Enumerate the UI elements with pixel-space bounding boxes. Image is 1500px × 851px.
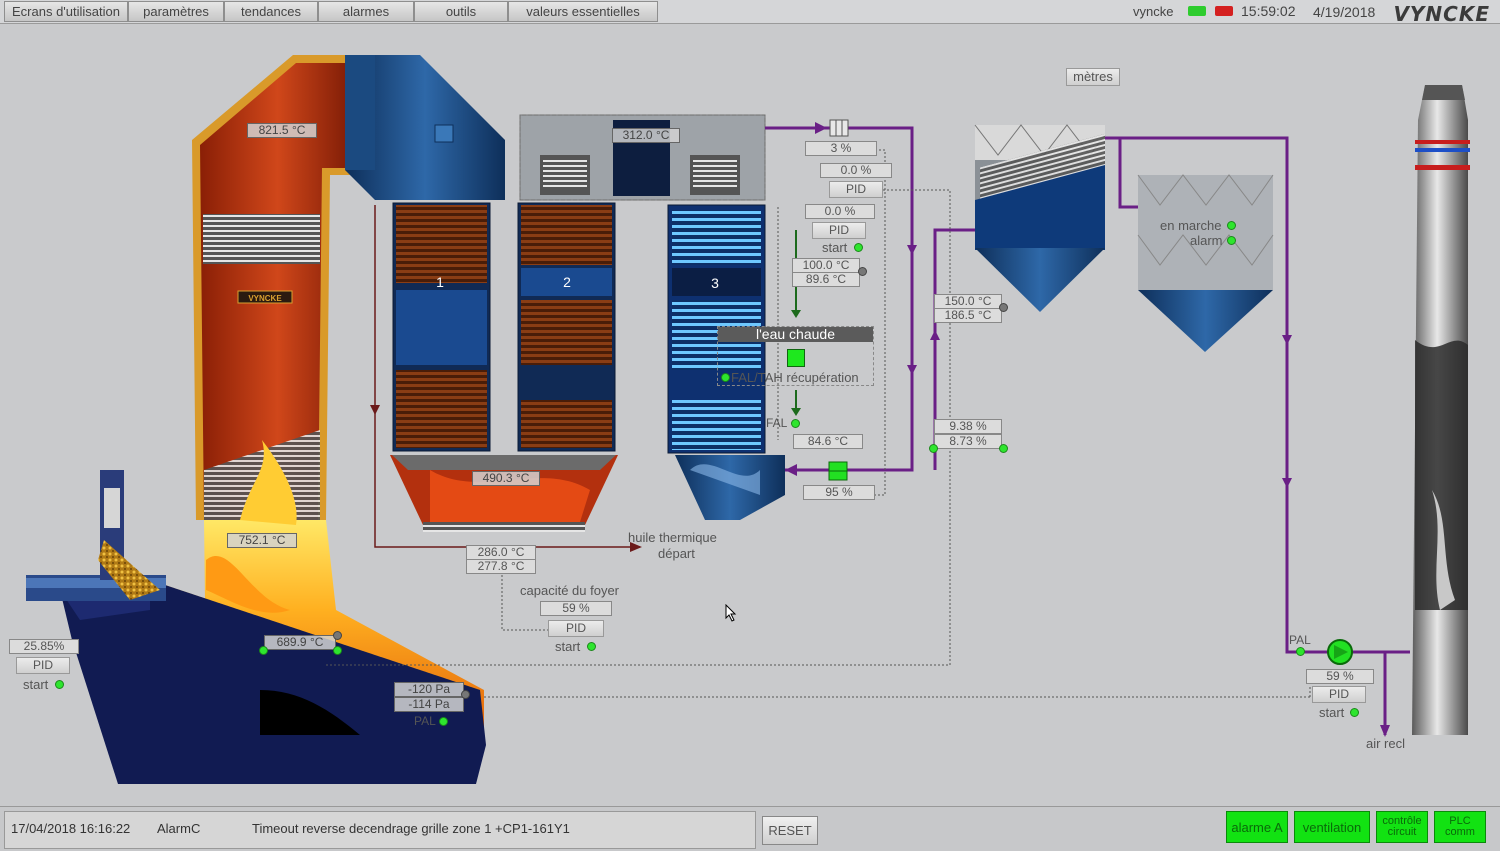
hot-water-recuperation-label: FAL/TAH récupération: [731, 370, 859, 385]
feeder-value: 25.85%: [9, 639, 79, 654]
oil-label-line1: huile thermique: [628, 530, 717, 545]
feeder-pid-button[interactable]: PID: [16, 657, 70, 674]
hot-water-temp-sensor: [858, 267, 867, 276]
tab-tendances[interactable]: tendances: [224, 1, 318, 22]
capacity-start-label: start: [555, 639, 581, 654]
oil-label-line2: départ: [658, 546, 695, 561]
furnace-top-temp: 821.5 °C: [247, 123, 317, 138]
furnace-pressure-2: -114 Pa: [394, 697, 464, 712]
tab-valeurs-essentielles[interactable]: valeurs essentielles: [508, 1, 658, 22]
fan-start-indicator: [1350, 708, 1359, 717]
capacity-pid-button[interactable]: PID: [548, 620, 604, 637]
top-valve-icon[interactable]: [829, 119, 849, 137]
top-valve-value: 3 %: [805, 141, 877, 156]
tab-ecrans[interactable]: Ecrans d'utilisation: [4, 1, 128, 22]
top-valve-setpoint: 0.0 %: [820, 163, 892, 178]
hot-water-title: l'eau chaude: [718, 327, 873, 342]
furnace-pal-label: PAL: [414, 714, 436, 728]
furnace-pressure-1: -120 Pa: [394, 682, 464, 697]
furnace-pal-indicator: [439, 717, 448, 726]
exchanger-top-temp: 312.0 °C: [612, 128, 680, 143]
hot-water-fal-label: FAL: [766, 416, 788, 430]
capacity-value: 59 %: [540, 601, 612, 616]
circuit-control-button[interactable]: contrôle circuit: [1376, 811, 1428, 843]
oil-temp-2: 277.8 °C: [466, 559, 536, 574]
flue-temp-1: 150.0 °C: [934, 294, 1002, 309]
fan-pal-label: PAL: [1289, 633, 1311, 647]
hot-water-fal-indicator: [791, 419, 800, 428]
fan-pid-button[interactable]: PID: [1312, 686, 1366, 703]
hot-water-pid-button[interactable]: PID: [812, 222, 866, 239]
flue-pct-2: 8.73 %: [934, 434, 1002, 449]
hot-water-temp-2: 89.6 °C: [792, 272, 860, 287]
flue-duct: [345, 55, 505, 200]
filter-running-label: en marche: [1160, 218, 1222, 233]
air-label: air recl: [1366, 736, 1406, 751]
oil-temp-1: 286.0 °C: [466, 545, 536, 560]
hot-water-status-square: [787, 349, 805, 367]
fan-start-label: start: [1319, 705, 1345, 720]
furnace-plate: VYNCKE: [248, 294, 282, 303]
units-button[interactable]: mètres: [1066, 68, 1120, 86]
filter-alarm-indicator: [1227, 236, 1236, 245]
capacity-label: capacité du foyer: [520, 583, 620, 598]
alarm-message: Timeout reverse decendrage grille zone 1…: [252, 821, 570, 836]
tab-outils[interactable]: outils: [414, 1, 508, 22]
exchanger-2-label: 2: [563, 274, 571, 290]
hot-water-recuperation-indicator: [721, 373, 730, 382]
hopper-temp: 490.3 °C: [472, 471, 540, 486]
pressure-sensor: [461, 690, 470, 699]
fan-pal-indicator: [1296, 647, 1305, 656]
feeder-start-indicator: [55, 680, 64, 689]
filter-running-indicator: [1227, 221, 1236, 230]
filter-alarm-label: alarm: [1190, 233, 1223, 248]
hot-water-fal-temp: 84.6 °C: [793, 434, 863, 449]
plc-comm-button[interactable]: PLC comm: [1434, 811, 1486, 843]
flue-pct-1: 9.38 %: [934, 419, 1002, 434]
alarm-a-button[interactable]: alarme A: [1226, 811, 1288, 843]
reset-button[interactable]: RESET: [762, 816, 818, 845]
hot-water-start-label: start: [822, 240, 848, 255]
hot-water-temp-1: 100.0 °C: [792, 258, 860, 273]
flue-pct-right-indicator: [999, 444, 1008, 453]
brand-logo: VYNCKE: [1393, 2, 1490, 26]
ventilation-button[interactable]: ventilation: [1294, 811, 1370, 843]
grate-temp-left-indicator: [259, 646, 268, 655]
bottom-bar: 17/04/2018 16:16:22 AlarmC Timeout rever…: [0, 806, 1500, 851]
feeder-start-label: start: [23, 677, 49, 692]
exchanger-1-label: 1: [436, 274, 444, 290]
grate-temp: 689.9 °C: [264, 635, 336, 650]
grate-temp-right-indicator: [333, 646, 342, 655]
capacity-start-indicator: [587, 642, 596, 651]
clock-time: 15:59:02: [1241, 3, 1296, 19]
furnace-lower-temp: 752.1 °C: [227, 533, 297, 548]
stack: [1412, 85, 1470, 735]
fan-value: 59 %: [1306, 669, 1374, 684]
flue-temp-2: 186.5 °C: [934, 308, 1002, 323]
hot-water-start-indicator: [854, 243, 863, 252]
alarm-line[interactable]: 17/04/2018 16:16:22 AlarmC Timeout rever…: [4, 811, 756, 849]
clock-date: 4/19/2018: [1313, 4, 1376, 20]
logout-key-icon[interactable]: [1215, 6, 1233, 16]
grate-temp-sensor: [333, 631, 342, 640]
flue-temp-sensor: [999, 303, 1008, 312]
top-valve-pid-button[interactable]: PID: [829, 181, 883, 198]
bottom-valve-value: 95 %: [803, 485, 875, 500]
menu-bar: Ecrans d'utilisation paramètres tendance…: [0, 0, 1500, 26]
login-key-icon[interactable]: [1188, 6, 1206, 16]
mouse-cursor-icon: [725, 604, 737, 622]
hot-water-setpoint: 0.0 %: [805, 204, 875, 219]
filter-2: [1137, 174, 1274, 352]
tab-alarmes[interactable]: alarmes: [318, 1, 414, 22]
tab-parametres[interactable]: paramètres: [128, 1, 224, 22]
alarm-source: AlarmC: [157, 821, 201, 836]
plant-diagram: VYNCKE 1 2 3: [26, 55, 1470, 784]
user-name: vyncke: [1133, 4, 1174, 19]
exchanger-3-label: 3: [711, 275, 719, 291]
flue-pct-left-indicator: [929, 444, 938, 453]
filter-1: [974, 124, 1106, 312]
alarm-datetime: 17/04/2018 16:16:22: [11, 821, 131, 836]
